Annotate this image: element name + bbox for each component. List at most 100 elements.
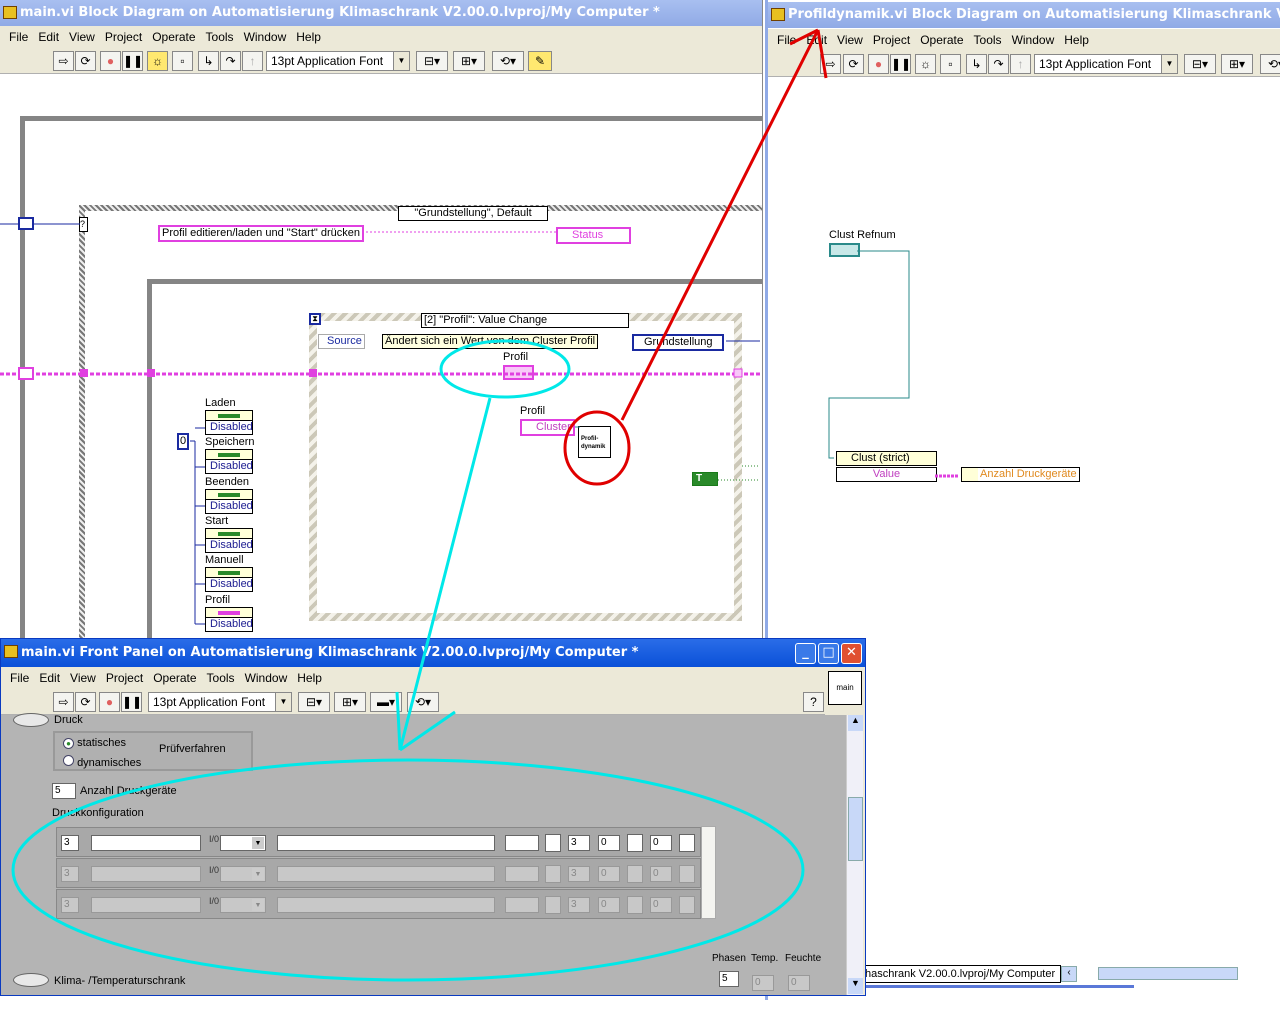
row-value[interactable] [505, 866, 539, 882]
menu-window[interactable]: Window [1007, 29, 1060, 51]
row-number[interactable]: 3 [61, 866, 79, 882]
menu-file[interactable]: File [5, 667, 34, 689]
row-n4[interactable]: 0 [650, 866, 672, 882]
row-description[interactable] [277, 897, 495, 913]
menu-help[interactable]: Help [292, 667, 327, 689]
step-over-button[interactable]: ↷ [988, 54, 1009, 74]
row-checkbox[interactable] [627, 865, 643, 883]
abort-button[interactable]: ● [99, 692, 120, 712]
vi-icon[interactable]: main [828, 671, 862, 705]
align-button[interactable]: ⊟▾ [298, 692, 330, 712]
highlight-execution-button[interactable]: ☼ [915, 54, 936, 74]
row-number[interactable]: 3 [61, 835, 79, 851]
align-button[interactable]: ⊟▾ [416, 51, 448, 71]
title-bar[interactable]: main.vi Block Diagram on Automatisierung… [0, 0, 762, 26]
row-n2[interactable]: 3 [568, 835, 590, 851]
title-bar[interactable]: Profildynamik.vi Block Diagram on Automa… [768, 2, 1280, 28]
row-n2[interactable]: 3 [568, 897, 590, 913]
scroll-up-button[interactable]: ▲ [848, 715, 863, 731]
scroll-down-button[interactable]: ▼ [848, 978, 863, 994]
enum-constant[interactable]: Grundstellung [632, 334, 724, 351]
numeric-constant[interactable]: 0 [177, 433, 190, 450]
distribute-button[interactable]: ⊞▾ [1221, 54, 1253, 74]
align-button[interactable]: ⊟▾ [1184, 54, 1216, 74]
run-button[interactable]: ⇨ [53, 51, 74, 71]
row-checkbox[interactable] [627, 896, 643, 914]
menu-operate[interactable]: Operate [915, 29, 968, 51]
menu-window[interactable]: Window [240, 667, 293, 689]
menu-window[interactable]: Window [239, 26, 292, 48]
run-continuously-button[interactable]: ⟳ [75, 51, 96, 71]
feuchte-input[interactable]: 0 [788, 975, 810, 991]
menu-help[interactable]: Help [1059, 29, 1094, 51]
row-value[interactable] [505, 835, 539, 851]
step-into-button[interactable]: ↳ [966, 54, 987, 74]
row-checkbox[interactable] [679, 834, 695, 852]
row-checkbox[interactable] [627, 834, 643, 852]
menu-tools[interactable]: Tools [969, 29, 1007, 51]
reorder-button[interactable]: ⟲▾ [1260, 54, 1280, 74]
menu-view[interactable]: View [64, 26, 100, 48]
property-node[interactable]: Disabled [205, 606, 253, 632]
case-selector[interactable]: "Grundstellung", Default [398, 206, 548, 221]
property-node[interactable]: Disabled [205, 449, 253, 475]
row-checkbox[interactable] [679, 865, 695, 883]
string-constant[interactable]: Profil editieren/laden und "Start" drück… [158, 225, 364, 242]
help-button[interactable]: ? [803, 692, 824, 712]
resize-button[interactable]: ▬▾ [370, 692, 402, 712]
scroll-left-button[interactable]: ‹ [1061, 966, 1077, 982]
property-node[interactable]: Disabled [205, 567, 253, 593]
pause-button[interactable]: ❚❚ [122, 51, 143, 71]
row-checkbox[interactable] [545, 834, 561, 852]
horizontal-scrollbar-thumb[interactable] [1098, 967, 1238, 980]
row-n4[interactable]: 0 [650, 835, 672, 851]
anzahl-druckgeraete-input[interactable]: 5 [52, 783, 76, 799]
row-description[interactable] [277, 866, 495, 882]
menu-file[interactable]: File [772, 29, 801, 51]
reorder-button[interactable]: ⟲▾ [492, 51, 524, 71]
run-continuously-button[interactable]: ⟳ [75, 692, 96, 712]
row-ring[interactable]: ▼ [220, 866, 266, 882]
menu-file[interactable]: File [4, 26, 33, 48]
font-select[interactable]: 13pt Application Font ▼ [1034, 54, 1178, 74]
profil-cluster-terminal[interactable] [503, 365, 534, 380]
menu-operate[interactable]: Operate [147, 26, 200, 48]
row-text[interactable] [91, 897, 201, 913]
row-text[interactable] [91, 835, 201, 851]
true-constant[interactable]: T [692, 472, 718, 486]
menu-tools[interactable]: Tools [202, 667, 240, 689]
step-into-button[interactable]: ↳ [198, 51, 219, 71]
menu-operate[interactable]: Operate [148, 667, 201, 689]
menu-edit[interactable]: Edit [801, 29, 832, 51]
distribute-button[interactable]: ⊞▾ [453, 51, 485, 71]
menu-project[interactable]: Project [101, 667, 148, 689]
menu-view[interactable]: View [832, 29, 868, 51]
clust-refnum-terminal[interactable] [829, 243, 860, 257]
row-ring[interactable]: ▼ [220, 897, 266, 913]
row-ring[interactable]: ▼ [220, 835, 266, 851]
radio-statisches[interactable]: ● statisches [63, 737, 126, 749]
row-checkbox[interactable] [545, 896, 561, 914]
property-value[interactable]: Value [836, 467, 937, 482]
row-value[interactable] [505, 897, 539, 913]
row-n3[interactable]: 0 [598, 897, 620, 913]
cleanup-button[interactable]: ✎ [528, 51, 552, 71]
run-continuously-button[interactable]: ⟳ [843, 54, 864, 74]
highlight-execution-button[interactable]: ☼ [147, 51, 168, 71]
row-checkbox[interactable] [679, 896, 695, 914]
radio-dynamisches[interactable]: dynamisches [63, 755, 141, 769]
step-over-button[interactable]: ↷ [220, 51, 241, 71]
step-out-button[interactable]: ↑ [1010, 54, 1031, 74]
row-number[interactable]: 3 [61, 897, 79, 913]
row-description[interactable] [277, 835, 495, 851]
property-node[interactable]: Disabled [205, 488, 253, 514]
event-data-node-source[interactable]: Source [318, 334, 365, 349]
close-button[interactable]: ✕ [841, 643, 862, 664]
run-button[interactable]: ⇨ [53, 692, 74, 712]
temp-input[interactable]: 0 [752, 975, 774, 991]
row-checkbox[interactable] [545, 865, 561, 883]
property-node[interactable]: Disabled [205, 410, 253, 435]
distribute-button[interactable]: ⊞▾ [334, 692, 366, 712]
profildynamik-subvi[interactable]: Profil- dynamik [578, 426, 611, 458]
retain-wire-values-button[interactable]: ▫ [940, 54, 961, 74]
